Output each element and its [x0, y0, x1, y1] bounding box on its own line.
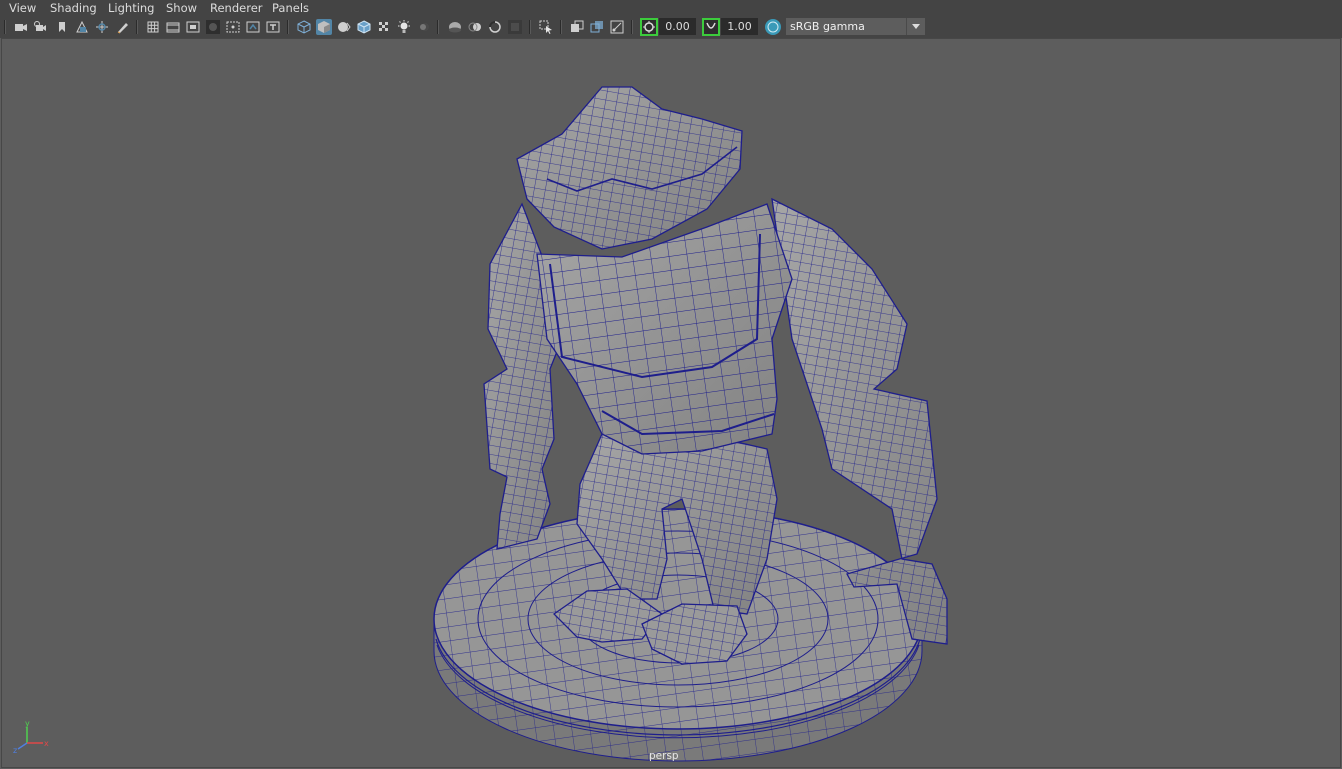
grid-icon[interactable]	[145, 19, 161, 35]
xray-active-components-icon[interactable]	[589, 19, 605, 35]
isolate-select-icon[interactable]	[538, 19, 554, 35]
screen-space-ao-icon[interactable]	[447, 19, 463, 35]
toolbar-separator	[631, 20, 633, 34]
xray-icon[interactable]	[569, 19, 585, 35]
depth-of-field-icon[interactable]	[507, 19, 523, 35]
use-default-material-icon[interactable]	[336, 19, 352, 35]
use-all-lights-icon[interactable]	[396, 19, 412, 35]
xray-joints-icon[interactable]	[609, 19, 625, 35]
gamma-icon[interactable]	[702, 18, 720, 36]
axis-z-label: z	[13, 746, 17, 755]
toolbar-separator	[4, 20, 6, 34]
gamma-input[interactable]: 1.00	[721, 18, 758, 35]
smooth-shade-icon[interactable]	[316, 19, 332, 35]
safe-title-icon[interactable]	[265, 19, 281, 35]
shadows-icon[interactable]	[416, 19, 432, 35]
panel-menu-bar: View Shading Lighting Show Renderer Pane…	[0, 0, 1342, 16]
panel-toolbar: 0.00 1.00 sRGB gamma	[0, 16, 1342, 38]
toolbar-separator	[529, 20, 531, 34]
axis-gizmo: y x z	[13, 719, 49, 755]
toolbar-separator	[437, 20, 439, 34]
textured-icon[interactable]	[376, 19, 392, 35]
3d-viewport[interactable]: y x z	[1, 38, 1341, 768]
wireframe-icon[interactable]	[296, 19, 312, 35]
wireframe-on-shaded-icon[interactable]	[356, 19, 372, 35]
menu-lighting[interactable]: Lighting	[108, 0, 154, 16]
bookmark-icon[interactable]	[54, 19, 70, 35]
exposure-icon[interactable]	[640, 18, 658, 36]
head	[516, 86, 743, 250]
camera-attributes-icon[interactable]	[33, 19, 49, 35]
color-space-select[interactable]: sRGB gamma	[786, 18, 906, 35]
camera-name-label: persp	[649, 750, 679, 762]
axis-z-line	[17, 742, 28, 750]
safe-action-icon[interactable]	[245, 19, 261, 35]
toolbar-separator	[560, 20, 562, 34]
torso	[536, 203, 793, 455]
toolbar-separator	[287, 20, 289, 34]
multisample-aa-icon[interactable]	[487, 19, 503, 35]
resolution-gate-icon[interactable]	[185, 19, 201, 35]
exposure-input[interactable]: 0.00	[659, 18, 696, 35]
color-space-dropdown-button[interactable]	[906, 18, 925, 35]
gate-mask-icon[interactable]	[205, 19, 221, 35]
axis-y-label: y	[25, 719, 30, 728]
menu-panels[interactable]: Panels	[272, 0, 309, 16]
camera-select-icon[interactable]	[13, 19, 29, 35]
menu-shading[interactable]: Shading	[50, 0, 97, 16]
character-wireframe-model[interactable]	[2, 39, 1341, 768]
grease-pencil-icon[interactable]	[115, 19, 131, 35]
image-plane-icon[interactable]	[74, 19, 90, 35]
color-management-icon[interactable]	[764, 18, 782, 36]
menu-view[interactable]: View	[9, 0, 36, 16]
axis-x-label: x	[44, 739, 49, 748]
toolbar-separator	[136, 20, 138, 34]
2d-pan-zoom-icon[interactable]	[94, 19, 110, 35]
field-chart-icon[interactable]	[225, 19, 241, 35]
menu-show[interactable]: Show	[166, 0, 197, 16]
menu-renderer[interactable]: Renderer	[210, 0, 263, 16]
motion-blur-icon[interactable]	[467, 19, 483, 35]
film-gate-icon[interactable]	[165, 19, 181, 35]
chevron-down-icon	[912, 24, 920, 29]
